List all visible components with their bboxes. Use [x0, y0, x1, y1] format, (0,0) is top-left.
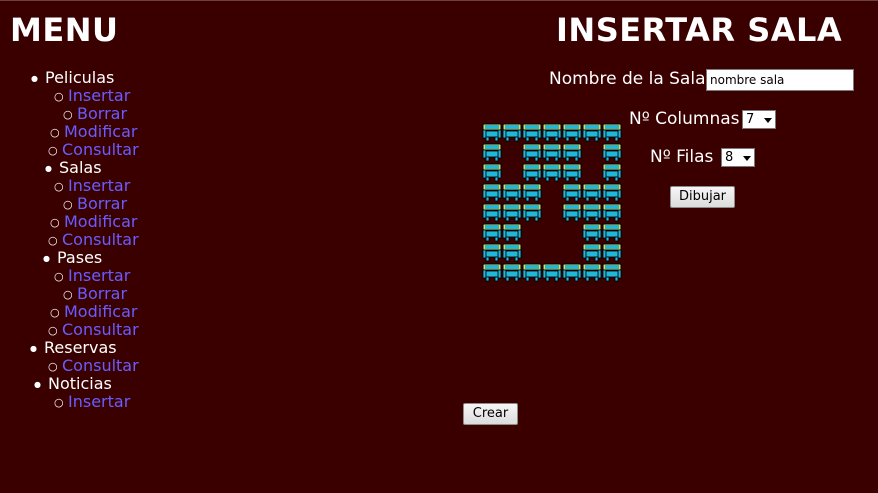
seat-icon	[542, 163, 562, 182]
seat-icon	[582, 123, 602, 142]
seat-icon	[562, 263, 582, 282]
seat-icon	[602, 203, 622, 222]
seat-icon	[502, 203, 522, 222]
seat-icon	[482, 143, 502, 162]
seat-icon	[482, 223, 502, 242]
seat-icon	[542, 263, 562, 282]
bullet-icon: ●	[43, 254, 50, 263]
circle-bullet-icon: ○	[54, 90, 64, 103]
seat-icon	[582, 183, 602, 202]
seat-icon	[602, 143, 622, 162]
menu-link-label: Modificar	[64, 302, 138, 321]
menu-link-label: Borrar	[77, 194, 128, 213]
menu-section-label: Pases	[57, 248, 103, 267]
draw-button[interactable]: Dibujar	[670, 186, 735, 208]
rows-select-value: 8	[725, 150, 734, 165]
seat-icon	[602, 223, 622, 242]
seat-icon	[482, 163, 502, 182]
circle-bullet-icon: ○	[54, 270, 64, 283]
seat-icon	[502, 223, 522, 242]
menu-link-label: Consultar	[62, 140, 139, 159]
seat-icon	[602, 263, 622, 282]
seat-icon	[482, 183, 502, 202]
bullet-icon: ●	[31, 74, 38, 83]
seat-icon	[582, 263, 602, 282]
columns-select-value: 7	[746, 112, 755, 127]
seat-icon	[602, 163, 622, 182]
seat-icon	[602, 243, 622, 262]
bullet-icon: ●	[30, 344, 37, 353]
seat-icon	[582, 223, 602, 242]
menu-link-label: Insertar	[68, 266, 131, 285]
menu-link-label: Borrar	[77, 104, 128, 123]
chevron-down-icon	[764, 118, 772, 123]
seat-icon	[582, 243, 602, 262]
circle-bullet-icon: ○	[54, 396, 64, 409]
menu-link-label: Insertar	[68, 392, 131, 411]
seat-icon	[582, 203, 602, 222]
seat-icon	[562, 143, 582, 162]
seat-grid	[482, 122, 622, 282]
seat-icon	[562, 183, 582, 202]
seat-icon	[502, 263, 522, 282]
columns-select[interactable]: 7	[742, 110, 776, 129]
menu-link-label: Consultar	[62, 230, 139, 249]
seat-icon	[542, 123, 562, 142]
bullet-icon: ●	[45, 164, 52, 173]
seat-icon	[522, 203, 542, 222]
create-button[interactable]: Crear	[463, 403, 518, 425]
seat-icon	[522, 263, 542, 282]
seat-icon	[502, 243, 522, 262]
room-name-label: Nombre de la Sala	[549, 69, 706, 89]
seat-icon	[602, 123, 622, 142]
seat-icon	[522, 143, 542, 162]
page-title: INSERTAR SALA	[556, 11, 843, 49]
menu-link-label: Borrar	[77, 284, 128, 303]
bullet-icon: ●	[34, 380, 41, 389]
seat-icon	[542, 143, 562, 162]
menu-section-label: Noticias	[48, 374, 112, 393]
seat-icon	[602, 183, 622, 202]
seat-icon	[482, 243, 502, 262]
seat-icon	[522, 183, 542, 202]
seat-icon	[482, 203, 502, 222]
seat-icon	[522, 163, 542, 182]
rows-select[interactable]: 8	[721, 148, 755, 167]
seat-icon	[482, 123, 502, 142]
menu-section-label: Reservas	[44, 338, 117, 357]
menu-section-label: Peliculas	[45, 68, 115, 87]
sidebar-nav: ● Peliculas ○ Insertar ○ Borrar ○ Modificar ○ Con…	[0, 1, 300, 441]
seat-icon	[522, 123, 542, 142]
seat-icon	[562, 123, 582, 142]
menu-link-4-0[interactable]: ○ Insertar	[54, 393, 130, 412]
menu-link-label: Insertar	[68, 176, 131, 195]
seat-icon	[562, 203, 582, 222]
menu-link-label: Modificar	[64, 122, 138, 141]
rows-label: Nº Filas	[650, 147, 714, 167]
columns-label: Nº Columnas	[629, 109, 740, 129]
chevron-down-icon	[743, 156, 751, 161]
menu-section-label: Salas	[59, 158, 102, 177]
room-name-input[interactable]	[706, 69, 854, 91]
menu-link-label: Consultar	[62, 356, 139, 375]
seat-icon	[562, 163, 582, 182]
seat-icon	[502, 123, 522, 142]
seat-icon	[482, 263, 502, 282]
menu-link-label: Modificar	[64, 212, 138, 231]
seat-icon	[502, 183, 522, 202]
circle-bullet-icon: ○	[54, 180, 64, 193]
menu-link-label: Insertar	[68, 86, 131, 105]
menu-link-label: Consultar	[62, 320, 139, 339]
